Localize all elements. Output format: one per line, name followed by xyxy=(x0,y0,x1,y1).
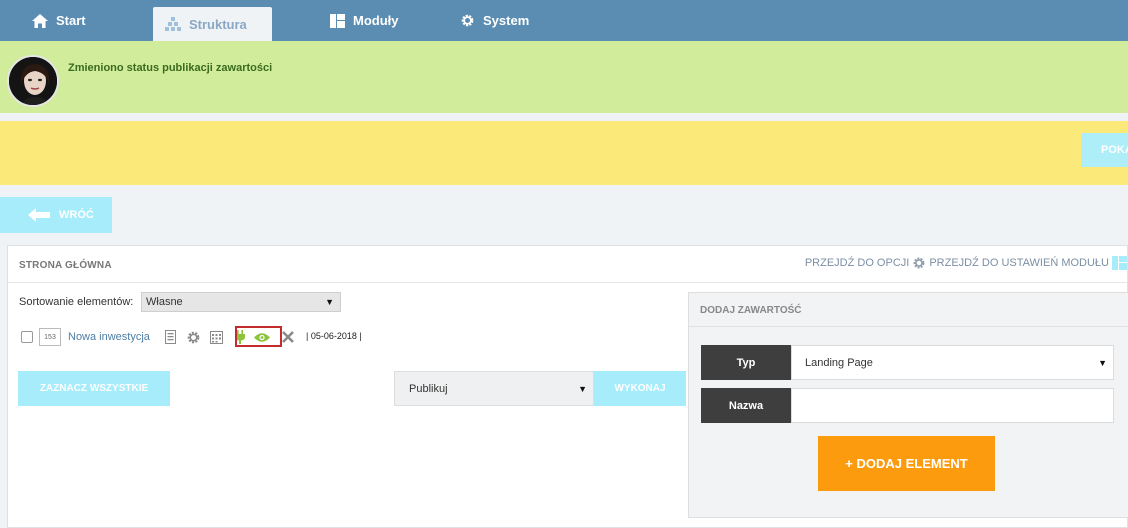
item-name-link[interactable]: Nowa inwestycja xyxy=(68,331,150,343)
tab-label: Start xyxy=(56,13,86,28)
caret-down-icon: ▼ xyxy=(1098,357,1107,368)
tab-struktura[interactable]: Struktura xyxy=(153,7,272,41)
main-panel: STRONA GŁÓWNA PRZEJDŹ DO OPCJI PRZEJDŹ D… xyxy=(7,245,1128,528)
options-link[interactable]: PRZEJDŹ DO OPCJI xyxy=(805,257,910,269)
sort-select[interactable]: Własne ▼ xyxy=(141,292,341,312)
name-label: Nazwa xyxy=(701,388,791,423)
execute-button[interactable]: WYKONAJ xyxy=(594,371,686,406)
back-button[interactable]: WRÓĆ xyxy=(0,197,112,233)
structure-icon xyxy=(165,17,181,31)
bulk-action-value: Publikuj xyxy=(409,382,448,395)
warning-notice: POKA xyxy=(0,121,1128,185)
module-settings-link[interactable]: PRZEJDŹ DO USTAWIEŃ MODUŁU xyxy=(929,257,1109,269)
highlight-box xyxy=(235,326,282,347)
modules-icon xyxy=(330,13,345,28)
success-notification: Zmieniono status publikacji zawartości xyxy=(0,41,1128,113)
tab-system[interactable]: System xyxy=(448,0,541,41)
tab-label: System xyxy=(483,13,530,28)
bulk-action-select[interactable]: Publikuj ▼ xyxy=(394,371,594,406)
back-label: WRÓĆ xyxy=(59,209,94,221)
delete-icon[interactable] xyxy=(282,331,294,343)
gear-icon[interactable] xyxy=(186,330,201,345)
notification-message: Zmieniono status publikacji zawartości xyxy=(68,62,273,74)
item-date: | 05-06-2018 | xyxy=(306,331,362,341)
modules-icon[interactable] xyxy=(1112,256,1127,270)
calendar-icon[interactable] xyxy=(209,330,223,344)
type-label: Typ xyxy=(701,345,791,380)
tab-label: Struktura xyxy=(189,16,247,32)
avatar xyxy=(7,55,59,107)
tab-start[interactable]: Start xyxy=(20,0,98,41)
document-icon[interactable] xyxy=(164,330,176,344)
type-value: Landing Page xyxy=(805,356,873,369)
page-title: STRONA GŁÓWNA xyxy=(19,260,112,271)
name-input[interactable] xyxy=(791,388,1114,423)
item-id: 153 xyxy=(39,328,61,346)
top-nav: Start Struktura Moduły System xyxy=(0,0,1128,41)
panel-links: PRZEJDŹ DO OPCJI PRZEJDŹ DO USTAWIEŃ MOD… xyxy=(805,256,1127,270)
gear-icon xyxy=(460,13,475,28)
item-checkbox[interactable] xyxy=(21,331,33,343)
arrow-left-icon xyxy=(28,208,50,222)
sort-label: Sortowanie elementów: xyxy=(19,296,134,308)
caret-down-icon: ▼ xyxy=(325,297,334,307)
home-icon xyxy=(32,13,48,28)
caret-down-icon: ▼ xyxy=(578,383,587,394)
gear-icon[interactable] xyxy=(912,256,926,270)
type-select[interactable]: Landing Page ▼ xyxy=(791,345,1114,380)
select-all-button[interactable]: ZAZNACZ WSZYSTKIE xyxy=(18,371,170,406)
panel-header: STRONA GŁÓWNA PRZEJDŹ DO OPCJI PRZEJDŹ D… xyxy=(8,246,1127,283)
add-content-title: DODAJ ZAWARTOŚĆ xyxy=(689,293,1128,327)
add-content-panel: DODAJ ZAWARTOŚĆ Typ Landing Page ▼ Nazwa… xyxy=(688,292,1128,518)
add-element-button[interactable]: + DODAJ ELEMENT xyxy=(818,436,995,491)
show-button[interactable]: POKA xyxy=(1081,133,1128,167)
sort-value: Własne xyxy=(146,296,183,308)
tab-label: Moduły xyxy=(353,13,399,28)
tab-moduly[interactable]: Moduły xyxy=(318,0,411,41)
